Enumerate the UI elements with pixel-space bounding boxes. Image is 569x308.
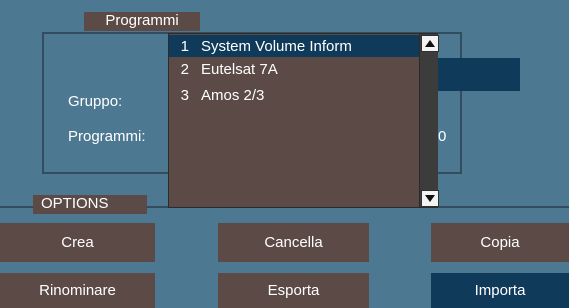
crea-button[interactable]: Crea — [0, 223, 155, 262]
list-item[interactable]: 3 Amos 2/3 — [169, 84, 419, 106]
programmi-group-title: Programmi — [84, 12, 200, 31]
esporta-button[interactable]: Esporta — [218, 273, 369, 308]
list-item-label: Eutelsat 7A — [201, 60, 278, 78]
list-item-number: 3 — [180, 86, 189, 104]
options-title: OPTIONS — [33, 195, 147, 214]
rinominare-button[interactable]: Rinominare — [0, 273, 155, 308]
list-item[interactable]: 1 System Volume Inform — [169, 35, 419, 57]
cancella-button[interactable]: Cancella — [218, 223, 369, 262]
list-item[interactable]: 2 Eutelsat 7A — [169, 58, 419, 80]
importa-button[interactable]: Importa — [431, 273, 569, 308]
scroll-down-arrow-icon[interactable] — [421, 190, 439, 207]
gruppo-field[interactable] — [438, 58, 520, 91]
copia-button[interactable]: Copia — [431, 223, 569, 262]
programmi-label: Programmi: — [68, 128, 146, 145]
list-scrollbar[interactable] — [419, 34, 439, 207]
list-item-label: System Volume Inform — [201, 37, 352, 55]
channel-list-dropdown[interactable]: 1 System Volume Inform 2 Eutelsat 7A 3 A… — [168, 33, 439, 208]
list-item-number: 1 — [180, 37, 189, 55]
scroll-up-arrow-icon[interactable] — [421, 35, 439, 52]
list-item-number: 2 — [180, 60, 189, 78]
programmi-value: 0 — [438, 128, 447, 145]
gruppo-label: Gruppo: — [68, 93, 123, 110]
list-item-label: Amos 2/3 — [201, 86, 265, 104]
